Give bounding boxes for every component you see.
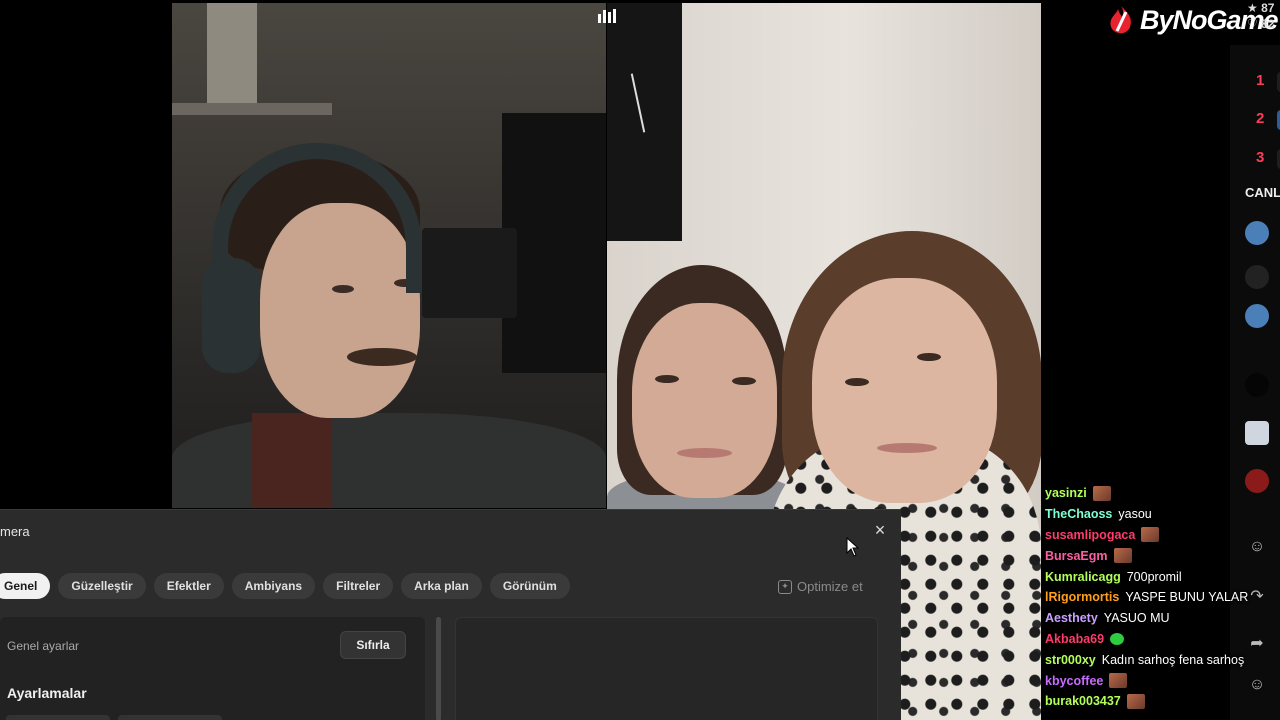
emote-icon <box>1092 485 1111 501</box>
chat-username[interactable]: susamlipogaca <box>1045 528 1135 542</box>
stat-top: ★ 87 <box>1247 1 1275 15</box>
camera-settings-dialog: mera × Genel Güzelleştir Efektler Ambiyans F… <box>0 509 901 720</box>
streamer-shirt <box>252 413 332 508</box>
chat-message: Kumralicagg 700promil <box>1045 566 1280 587</box>
headphones-earcup <box>202 258 260 373</box>
chat-username[interactable]: Aesthety <box>1045 611 1098 625</box>
stat-bottom: ♡ 82 <box>1247 17 1275 31</box>
chat-text: yasou <box>1118 507 1152 522</box>
guest1-lips <box>677 448 732 458</box>
settings-panel: Genel ayarlar Sıfırla Ayarlamalar <box>0 617 425 720</box>
settings-tabs: Genel Güzelleştir Efektler Ambiyans Filtrele… <box>0 573 570 599</box>
chat-message: TheChaoss yasou <box>1045 504 1280 525</box>
guest1-face <box>632 303 777 498</box>
chat-username[interactable]: kbycoffee <box>1045 674 1103 688</box>
chat-username[interactable]: Akbaba69 <box>1045 632 1104 646</box>
background-door <box>207 3 257 113</box>
user-avatar[interactable] <box>1245 421 1269 445</box>
user-avatar[interactable] <box>1245 373 1269 397</box>
chat-text: YASPE BUNU YALAR <box>1125 590 1249 605</box>
guest2-eye <box>845 378 869 386</box>
chat-overlay: yasinzi TheChaoss yasou susamlipogaca BursaE… <box>1045 483 1280 712</box>
emote-icon <box>1113 548 1132 564</box>
background-shelf <box>172 103 332 115</box>
guest1-eye <box>732 377 756 385</box>
chat-message: BursaEgm <box>1045 545 1280 566</box>
mouse-cursor-icon <box>846 537 860 557</box>
emote-icon <box>1109 673 1128 689</box>
flame-logo-icon <box>1110 6 1131 34</box>
streamer-mustache <box>347 348 417 366</box>
sparkle-icon: ✦ <box>778 579 792 594</box>
chat-username[interactable]: Kumralicagg <box>1045 570 1121 584</box>
chat-username[interactable]: BursaEgm <box>1045 549 1108 563</box>
stat-bottom-value: 82 <box>1261 17 1275 31</box>
background-speaker <box>422 228 517 318</box>
chat-username[interactable]: burak003437 <box>1045 694 1121 708</box>
user-avatar[interactable] <box>1245 304 1269 328</box>
chat-username[interactable]: lRigormortis <box>1045 590 1119 604</box>
tab-efektler[interactable]: Efektler <box>153 573 224 599</box>
tab-arka-plan[interactable]: Arka plan <box>401 573 482 599</box>
adjustments-heading: Ayarlamalar <box>7 685 87 701</box>
background-monitor <box>502 113 606 373</box>
panel-scrollbar[interactable] <box>436 617 441 720</box>
wall-poster <box>607 3 682 241</box>
optimize-button[interactable]: ✦ Optimize et <box>778 579 863 594</box>
chat-username[interactable]: TheChaoss <box>1045 507 1112 521</box>
viewer-stats: ★ 87 ♡ 82 <box>1247 0 1274 32</box>
chat-message: yasinzi <box>1045 483 1280 504</box>
chat-message: burak003437 <box>1045 691 1280 712</box>
chat-username[interactable]: yasinzi <box>1045 486 1087 500</box>
emote-icon <box>1141 527 1160 543</box>
emote-icon <box>1110 632 1125 645</box>
tab-ambiyans[interactable]: Ambiyans <box>231 573 316 599</box>
chat-message: lRigormortis YASPE BUNU YALAR <box>1045 587 1280 608</box>
tab-güzelleştir[interactable]: Güzelleştir <box>58 573 146 599</box>
chat-text: Kadın sarhoş fena sarhoş <box>1101 652 1245 667</box>
tab-filtreler[interactable]: Filtreler <box>323 573 394 599</box>
chat-message: Aesthety YASUO MU <box>1045 608 1280 629</box>
setting-control[interactable] <box>118 715 222 720</box>
streamer-video-feed <box>172 3 606 508</box>
chat-username[interactable]: str000xy <box>1045 653 1096 667</box>
chat-text: YASUO MU <box>1103 611 1170 626</box>
guest2-face <box>812 278 997 503</box>
reset-button[interactable]: Sıfırla <box>340 631 406 659</box>
user-avatar[interactable] <box>1245 265 1269 289</box>
chat-text: 700promil <box>1126 569 1182 584</box>
streamer-jacket <box>172 413 606 508</box>
camera-preview-panel <box>455 617 878 720</box>
tab-görünüm[interactable]: Görünüm <box>489 573 570 599</box>
guest2-lips <box>877 443 937 453</box>
chat-message: susamlipogaca <box>1045 525 1280 546</box>
emote-icon <box>1126 693 1145 709</box>
audio-levels-icon[interactable] <box>598 9 616 23</box>
chat-message: Akbaba69 <box>1045 629 1280 650</box>
leaderboard-rank-2: 2 <box>1256 110 1265 127</box>
chat-message: kbycoffee <box>1045 670 1280 691</box>
dialog-title: mera <box>0 524 30 539</box>
live-section-heading: CANL <box>1245 185 1280 200</box>
stream-screen: ByNoGame ★ 87 ♡ 82 1 2 3 CANL ☺ ↷ ➦ ☺ ya… <box>0 0 1280 720</box>
stat-top-value: 87 <box>1261 1 1275 15</box>
leaderboard-rank-3: 3 <box>1256 149 1265 166</box>
guest1-eye <box>655 375 679 383</box>
optimize-label: Optimize et <box>797 579 863 594</box>
setting-control[interactable] <box>6 715 110 720</box>
user-avatar[interactable] <box>1245 221 1269 245</box>
close-button[interactable]: × <box>870 520 890 540</box>
chat-message: str000xy Kadın sarhoş fena sarhoş <box>1045 649 1280 670</box>
guest2-eye <box>917 353 941 361</box>
leaderboard-rank-1: 1 <box>1256 72 1265 89</box>
tab-genel[interactable]: Genel <box>0 573 51 599</box>
general-settings-label: Genel ayarlar <box>7 639 80 653</box>
